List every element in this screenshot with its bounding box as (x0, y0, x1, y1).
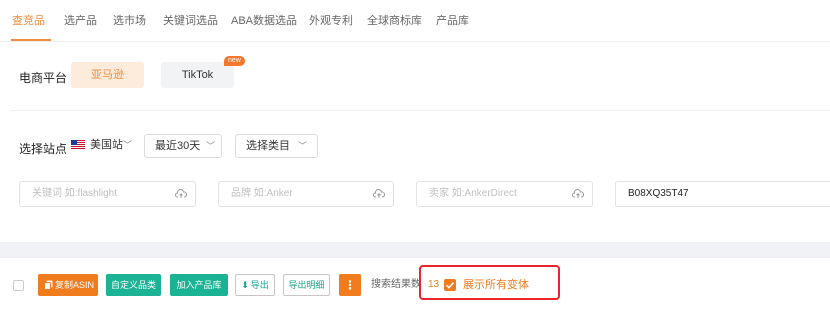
tab-select-products[interactable]: 选产品 (64, 0, 97, 42)
brand-input[interactable]: 品牌 如:Anker (218, 181, 394, 207)
time-range-value: 最近30天 (155, 140, 201, 152)
highlight-annotation-box (419, 265, 560, 300)
platform-label: 电商平台 (19, 71, 68, 85)
asin-value: B08XQ35T47 (628, 188, 689, 199)
site-select[interactable]: 美国站 ﹀ (66, 134, 134, 158)
export-detail-button[interactable]: 导出明细 (283, 274, 330, 296)
export-button[interactable]: ⬇ 导出 (235, 274, 275, 296)
new-badge: new (224, 56, 245, 66)
time-range-select[interactable]: 最近30天 ﹀ (144, 134, 222, 158)
cloud-upload-icon[interactable] (572, 188, 584, 200)
add-to-library-button[interactable]: 加入产品库 (170, 274, 228, 296)
result-count-label: 搜索结果数 (371, 279, 421, 290)
tab-competitor-products[interactable]: 查竞品 (12, 0, 45, 42)
cloud-upload-icon[interactable] (175, 188, 187, 200)
tab-aba-data-selection[interactable]: ABA数据选品 (231, 0, 297, 42)
keyword-placeholder: 关键词 如:flashlight (32, 188, 118, 199)
chevron-down-icon: ﹀ (123, 140, 133, 150)
chevron-down-icon: ﹀ (206, 141, 216, 151)
tab-select-market[interactable]: 选市场 (113, 0, 146, 42)
brand-placeholder: 品牌 如:Anker (231, 188, 293, 199)
chevron-down-icon: ﹀ (298, 141, 308, 151)
divider (10, 110, 830, 111)
tab-keyword-selection[interactable]: 关键词选品 (163, 0, 218, 42)
site-select-value: 美国站 (90, 139, 123, 151)
download-icon: ⬇ (241, 280, 249, 290)
copy-asin-label: 复制ASIN (55, 280, 95, 290)
copy-icon (44, 280, 53, 290)
platform-amazon-button[interactable]: 亚马逊 (71, 62, 144, 88)
active-tab-indicator (11, 39, 51, 41)
top-tabs: 查竞品 选产品 选市场 关键词选品 ABA数据选品 外观专利 全球商标库 产品库 (0, 0, 830, 42)
select-all-checkbox[interactable] (13, 280, 24, 291)
results-toolbar: 复制ASIN 自定义品类 加入产品库 ⬇ 导出 导出明细 ⋮ 搜索结果数 13 展… (0, 258, 830, 318)
cloud-upload-icon[interactable] (373, 188, 385, 200)
filter-panel: 电商平台 亚马逊 TikTok new 选择站点 美国站 ﹀ 最近30天 ﹀ 选… (0, 42, 830, 242)
us-flag-icon (71, 140, 85, 149)
tab-product-library[interactable]: 产品库 (436, 0, 469, 42)
tab-global-trademark[interactable]: 全球商标库 (367, 0, 422, 42)
category-select[interactable]: 选择类目 ﹀ (235, 134, 318, 158)
copy-asin-button[interactable]: 复制ASIN (38, 274, 98, 296)
asin-input[interactable]: B08XQ35T47 (615, 181, 830, 207)
seller-input[interactable]: 卖家 如:AnkerDirect (416, 181, 593, 207)
keyword-input[interactable]: 关键词 如:flashlight (19, 181, 196, 207)
category-select-value: 选择类目 (246, 140, 290, 152)
more-options-button[interactable]: ⋮ (339, 274, 361, 296)
site-label: 选择站点 (19, 142, 68, 156)
tab-design-patent[interactable]: 外观专利 (309, 0, 353, 42)
seller-placeholder: 卖家 如:AnkerDirect (429, 188, 517, 199)
custom-category-button[interactable]: 自定义品类 (106, 274, 161, 296)
export-label: 导出 (250, 280, 269, 290)
